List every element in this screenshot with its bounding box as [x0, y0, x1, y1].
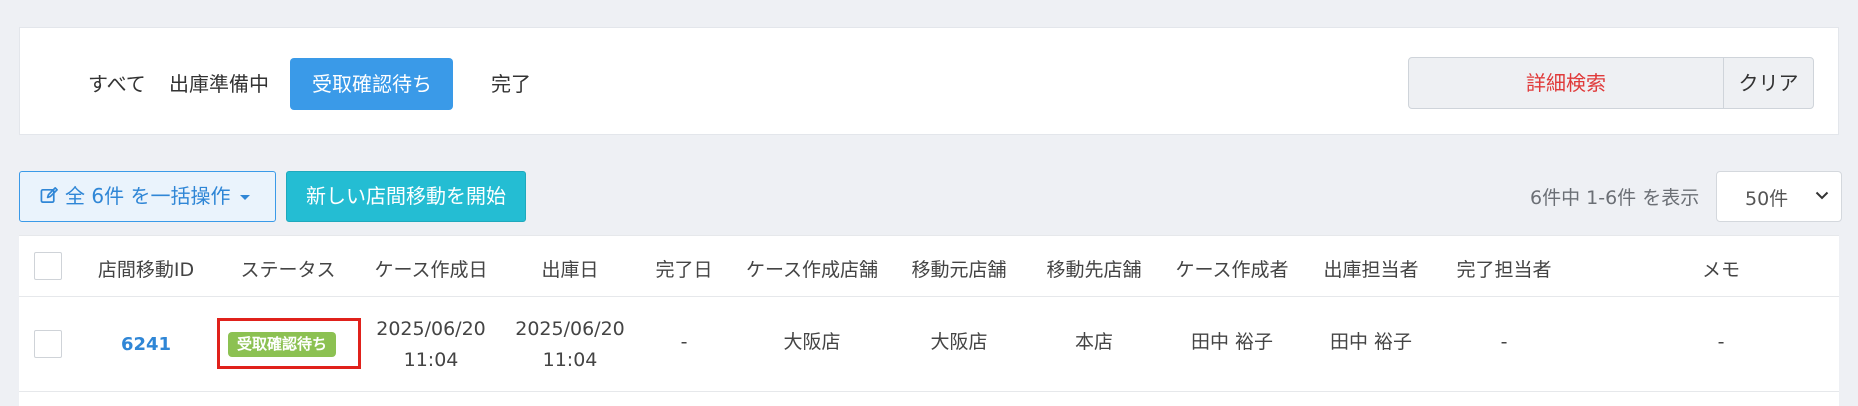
header-transfer-id[interactable]: 店間移動ID — [98, 255, 194, 282]
detail-search-button[interactable]: 詳細検索 — [1409, 58, 1724, 108]
done-date-cell: - — [680, 331, 688, 353]
ship-date-cell: 2025/06/20 11:04 — [515, 314, 625, 376]
tab-completed[interactable]: 完了 — [469, 58, 553, 110]
header-case-store[interactable]: ケース作成店舗 — [746, 255, 878, 282]
ship-date: 2025/06/20 — [515, 318, 625, 340]
table-row[interactable]: 6241 受取確認待ち 2025/06/20 11:04 2025/06/20 … — [19, 297, 1839, 392]
table-header: 店間移動ID ステータス ケース作成日 出庫日 完了日 ケース作成店舗 移動元店… — [19, 236, 1839, 297]
header-completer[interactable]: 完了担当者 — [1456, 255, 1551, 282]
filter-panel: すべて 出庫準備中 受取確認待ち 完了 詳細検索 クリア — [19, 27, 1839, 135]
chevron-down-icon — [1815, 191, 1829, 200]
caret-down-icon — [240, 195, 251, 200]
case-date: 2025/06/20 — [376, 318, 486, 340]
header-case-creator[interactable]: ケース作成者 — [1175, 255, 1288, 282]
ship-time: 11:04 — [542, 349, 598, 371]
bulk-action-label: 全 6件 を一括操作 — [65, 184, 231, 208]
transfer-table: 店間移動ID ステータス ケース作成日 出庫日 完了日 ケース作成店舗 移動元店… — [19, 235, 1839, 406]
header-to-store[interactable]: 移動先店舗 — [1046, 255, 1141, 282]
header-from-store[interactable]: 移動元店舗 — [911, 255, 1006, 282]
header-status[interactable]: ステータス — [240, 255, 335, 282]
tab-preparing[interactable]: 出庫準備中 — [147, 58, 291, 110]
per-page-select[interactable]: 50件 — [1716, 171, 1842, 222]
case-store-cell: 大阪店 — [783, 331, 841, 353]
to-store-cell: 本店 — [1074, 331, 1114, 353]
edit-icon — [40, 174, 59, 223]
search-group: 詳細検索 クリア — [1408, 57, 1814, 109]
completer-cell: - — [1500, 331, 1508, 353]
header-ship-date[interactable]: 出庫日 — [541, 255, 598, 282]
header-case-date[interactable]: ケース作成日 — [374, 255, 487, 282]
select-all-checkbox[interactable] — [34, 252, 62, 280]
new-transfer-button[interactable]: 新しい店間移動を開始 — [286, 171, 526, 222]
transfer-id-link[interactable]: 6241 — [121, 329, 171, 360]
case-creator-cell: 田中 裕子 — [1190, 331, 1274, 353]
tab-awaiting-receipt[interactable]: 受取確認待ち — [290, 58, 453, 110]
bulk-action-button[interactable]: 全 6件 を一括操作 — [19, 171, 276, 222]
pagination-range: 6件中 1-6件 を表示 — [1530, 187, 1700, 209]
shipper-cell: 田中 裕子 — [1329, 331, 1413, 353]
status-badge: 受取確認待ち — [228, 332, 337, 357]
case-date-cell: 2025/06/20 11:04 — [376, 314, 486, 376]
clear-button[interactable]: クリア — [1724, 58, 1813, 108]
header-memo[interactable]: メモ — [1702, 255, 1740, 282]
from-store-cell: 大阪店 — [930, 331, 988, 353]
row-checkbox[interactable] — [34, 330, 62, 358]
per-page-value: 50件 — [1745, 188, 1789, 210]
header-shipper[interactable]: 出庫担当者 — [1323, 255, 1418, 282]
memo-cell: - — [1717, 331, 1725, 353]
header-done-date[interactable]: 完了日 — [655, 255, 712, 282]
case-time: 11:04 — [403, 349, 459, 371]
